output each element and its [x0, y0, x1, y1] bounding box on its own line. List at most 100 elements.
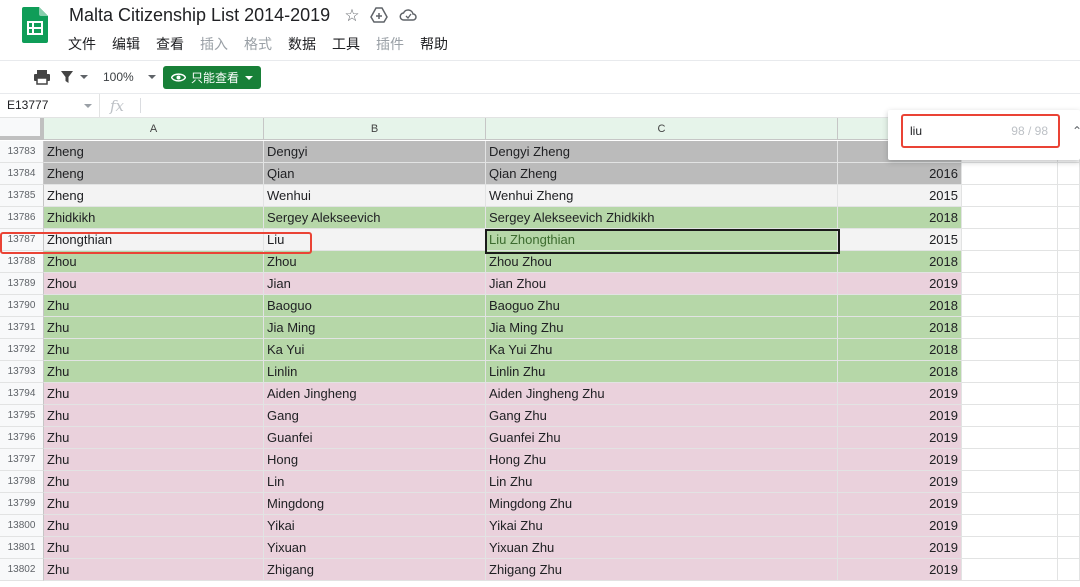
cell-surname[interactable]: Zhu — [44, 317, 264, 339]
cell-full-name[interactable]: Gang Zhu — [486, 405, 838, 427]
star-icon[interactable]: ☆ — [342, 6, 362, 26]
cell-empty[interactable] — [962, 251, 1058, 273]
cell-empty[interactable] — [962, 229, 1058, 251]
cell-empty[interactable] — [962, 405, 1058, 427]
row-number[interactable]: 13800 — [0, 515, 44, 537]
cell-given-name[interactable]: Zhigang — [264, 559, 486, 581]
cell-surname[interactable]: Zhu — [44, 361, 264, 383]
cell-year[interactable]: 2018 — [838, 207, 962, 229]
cell-empty[interactable] — [962, 295, 1058, 317]
cell-given-name[interactable]: Linlin — [264, 361, 486, 383]
cell-given-name[interactable]: Guanfei — [264, 427, 486, 449]
cell-surname[interactable]: Zhu — [44, 559, 264, 581]
cell-empty[interactable] — [962, 163, 1058, 185]
cell-full-name[interactable]: Wenhui Zheng — [486, 185, 838, 207]
cell-given-name[interactable]: Yixuan — [264, 537, 486, 559]
row-number[interactable]: 13783 — [0, 141, 44, 163]
cell-given-name[interactable]: Dengyi — [264, 141, 486, 163]
cell-empty[interactable] — [1058, 361, 1080, 383]
cell-given-name[interactable]: Sergey Alekseevich — [264, 207, 486, 229]
cell-surname[interactable]: Zhu — [44, 493, 264, 515]
cell-given-name[interactable]: Qian — [264, 163, 486, 185]
cell-given-name[interactable]: Lin — [264, 471, 486, 493]
cell-year[interactable]: 2019 — [838, 537, 962, 559]
document-title[interactable]: Malta Citizenship List 2014-2019 — [69, 5, 330, 26]
cell-empty[interactable] — [1058, 339, 1080, 361]
cell-empty[interactable] — [962, 427, 1058, 449]
cell-given-name[interactable]: Ka Yui — [264, 339, 486, 361]
cell-empty[interactable] — [1058, 207, 1080, 229]
row-number[interactable]: 13794 — [0, 383, 44, 405]
row-number[interactable]: 13785 — [0, 185, 44, 207]
cell-full-name[interactable]: Linlin Zhu — [486, 361, 838, 383]
cell-empty[interactable] — [1058, 537, 1080, 559]
cell-year[interactable]: 2019 — [838, 515, 962, 537]
print-icon[interactable] — [33, 66, 51, 88]
row-number[interactable]: 13799 — [0, 493, 44, 515]
name-box[interactable]: E13777 — [0, 94, 100, 117]
cell-given-name[interactable]: Jian — [264, 273, 486, 295]
find-input[interactable]: liu 98 / 98 — [901, 114, 1060, 148]
cell-surname[interactable]: Zhu — [44, 295, 264, 317]
cell-full-name[interactable]: Mingdong Zhu — [486, 493, 838, 515]
cell-empty[interactable] — [1058, 427, 1080, 449]
cell-full-name[interactable]: Zhou Zhou — [486, 251, 838, 273]
cell-surname[interactable]: Zheng — [44, 163, 264, 185]
cell-full-name[interactable]: Zhigang Zhu — [486, 559, 838, 581]
cell-surname[interactable]: Zhu — [44, 537, 264, 559]
cell-empty[interactable] — [1058, 383, 1080, 405]
cell-empty[interactable] — [1058, 273, 1080, 295]
cell-year[interactable]: 2018 — [838, 251, 962, 273]
cell-surname[interactable]: Zhou — [44, 273, 264, 295]
menu-item-3[interactable]: 插入 — [192, 34, 236, 54]
cell-year[interactable]: 2015 — [838, 185, 962, 207]
cell-given-name[interactable]: Jia Ming — [264, 317, 486, 339]
cell-year[interactable]: 2015 — [838, 229, 962, 251]
cell-full-name[interactable]: Ka Yui Zhu — [486, 339, 838, 361]
cell-empty[interactable] — [1058, 295, 1080, 317]
cell-surname[interactable]: Zhu — [44, 405, 264, 427]
cell-empty[interactable] — [962, 559, 1058, 581]
cell-empty[interactable] — [962, 449, 1058, 471]
cell-year[interactable]: 2019 — [838, 559, 962, 581]
row-number[interactable]: 13797 — [0, 449, 44, 471]
cell-surname[interactable]: Zhu — [44, 449, 264, 471]
cell-surname[interactable]: Zhu — [44, 515, 264, 537]
menu-item-6[interactable]: 工具 — [324, 34, 368, 54]
cell-empty[interactable] — [1058, 493, 1080, 515]
row-number[interactable]: 13798 — [0, 471, 44, 493]
row-number[interactable]: 13796 — [0, 427, 44, 449]
row-number[interactable]: 13784 — [0, 163, 44, 185]
cell-full-name[interactable]: Guanfei Zhu — [486, 427, 838, 449]
cell-year[interactable]: 2019 — [838, 405, 962, 427]
cell-full-name[interactable]: Lin Zhu — [486, 471, 838, 493]
cell-empty[interactable] — [962, 537, 1058, 559]
cell-given-name[interactable]: Mingdong — [264, 493, 486, 515]
sheets-logo-icon[interactable] — [22, 7, 48, 43]
cell-given-name[interactable]: Zhou — [264, 251, 486, 273]
cell-full-name[interactable]: Hong Zhu — [486, 449, 838, 471]
cell-year[interactable]: 2016 — [838, 163, 962, 185]
cell-surname[interactable]: Zheng — [44, 185, 264, 207]
cell-surname[interactable]: Zhu — [44, 339, 264, 361]
zoom-select[interactable]: 100% — [103, 66, 156, 88]
cell-given-name[interactable]: Hong — [264, 449, 486, 471]
cell-empty[interactable] — [962, 273, 1058, 295]
cell-full-name[interactable]: Jia Ming Zhu — [486, 317, 838, 339]
cell-given-name[interactable]: Aiden Jingheng — [264, 383, 486, 405]
cell-empty[interactable] — [1058, 559, 1080, 581]
cell-empty[interactable] — [1058, 163, 1080, 185]
cell-year[interactable]: 2019 — [838, 273, 962, 295]
cell-full-name[interactable]: Baoguo Zhu — [486, 295, 838, 317]
menu-item-5[interactable]: 数据 — [280, 34, 324, 54]
row-number[interactable]: 13791 — [0, 317, 44, 339]
cell-empty[interactable] — [1058, 449, 1080, 471]
menu-item-8[interactable]: 帮助 — [412, 34, 456, 54]
row-number[interactable]: 13795 — [0, 405, 44, 427]
row-number[interactable]: 13789 — [0, 273, 44, 295]
cell-empty[interactable] — [1058, 251, 1080, 273]
menu-item-0[interactable]: 文件 — [60, 34, 104, 54]
row-number[interactable]: 13786 — [0, 207, 44, 229]
cell-empty[interactable] — [962, 185, 1058, 207]
cell-empty[interactable] — [962, 339, 1058, 361]
